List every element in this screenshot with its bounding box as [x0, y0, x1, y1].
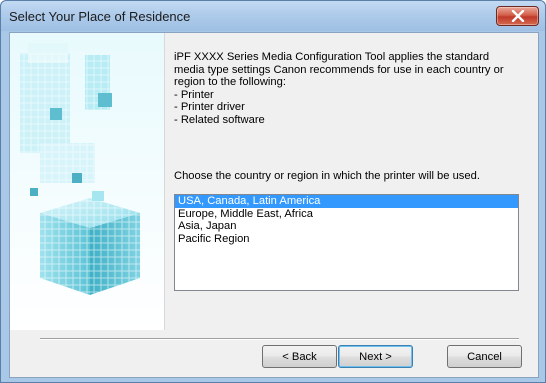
close-icon — [511, 10, 524, 22]
window-title: Select Your Place of Residence — [9, 9, 191, 24]
list-item-asia-japan[interactable]: Asia, Japan — [175, 220, 518, 233]
title-bar[interactable]: Select Your Place of Residence — [1, 1, 545, 31]
cube-graphic-icon — [10, 33, 164, 330]
list-item-pacific-region[interactable]: Pacific Region — [175, 233, 518, 246]
back-button[interactable]: < Back — [262, 345, 337, 368]
list-item-europe-middle-east-africa[interactable]: Europe, Middle East, Africa — [175, 208, 518, 221]
button-separator — [40, 338, 519, 340]
dialog-client-area: iPF XXXX Series Media Configuration Tool… — [9, 32, 539, 378]
next-button[interactable]: Next > — [338, 345, 413, 368]
intro-description: iPF XXXX Series Media Configuration Tool… — [174, 51, 504, 126]
close-button[interactable] — [496, 6, 539, 26]
cancel-button[interactable]: Cancel — [447, 345, 522, 368]
list-item-usa-canada-latin-america[interactable]: USA, Canada, Latin America — [175, 195, 518, 208]
region-listbox[interactable]: USA, Canada, Latin America Europe, Middl… — [174, 194, 519, 291]
region-prompt: Choose the country or region in which th… — [174, 170, 480, 182]
dialog-window: Select Your Place of Residence iPF XXXX … — [0, 0, 546, 383]
side-image-panel — [10, 33, 165, 330]
